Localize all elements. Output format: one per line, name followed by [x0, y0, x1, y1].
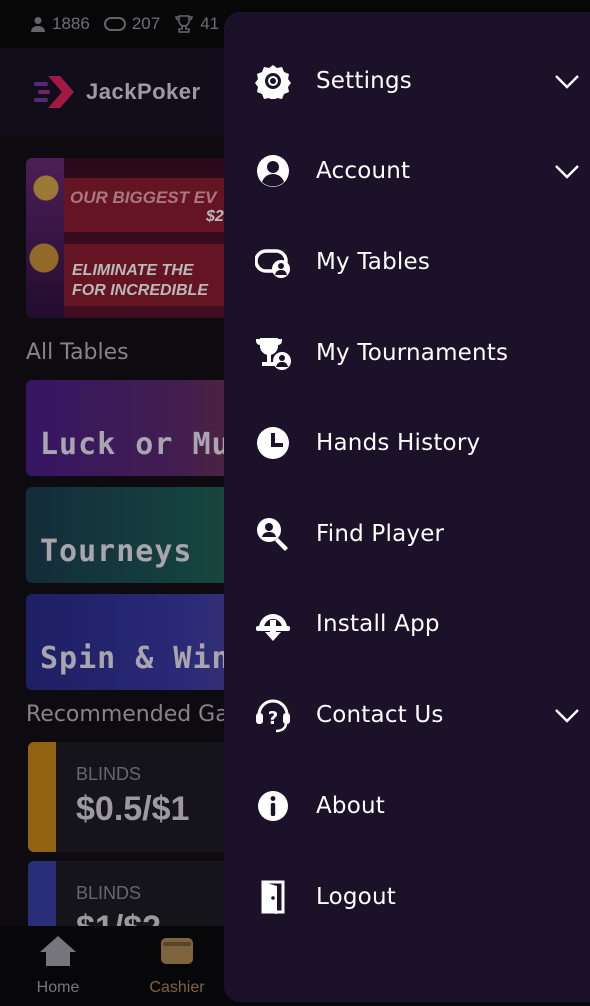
- menu-item-label: Hands History: [316, 430, 481, 456]
- support-icon: ?: [254, 696, 292, 734]
- menu-item-about[interactable]: About: [224, 761, 590, 851]
- info-icon: [254, 787, 292, 825]
- menu-item-label: Logout: [316, 884, 396, 910]
- menu-item-contact-us[interactable]: ? Contact Us: [224, 670, 590, 760]
- menu-item-label: About: [316, 793, 386, 819]
- menu-item-label: My Tables: [316, 249, 431, 275]
- chevron-down-icon[interactable]: [554, 158, 580, 184]
- menu-item-my-tables[interactable]: My Tables: [224, 217, 590, 307]
- menu-item-label: Install App: [316, 611, 440, 637]
- menu-item-label: Find Player: [316, 521, 445, 547]
- svg-text:?: ?: [268, 708, 278, 729]
- side-menu-drawer: Settings Account My Tables My Tournament…: [224, 12, 590, 1002]
- logout-icon: [254, 878, 292, 916]
- menu-item-label: Contact Us: [316, 702, 444, 728]
- menu-item-settings[interactable]: Settings: [224, 36, 590, 126]
- menu-item-label: Settings: [316, 68, 412, 94]
- gear-icon: [254, 62, 292, 100]
- menu-item-account[interactable]: Account: [224, 126, 590, 216]
- menu-item-install-app[interactable]: Install App: [224, 579, 590, 669]
- chevron-down-icon[interactable]: [554, 702, 580, 728]
- menu-item-label: My Tournaments: [316, 340, 509, 366]
- menu-item-label: Account: [316, 158, 411, 184]
- user-icon: [254, 152, 292, 190]
- tables-icon: [254, 243, 292, 281]
- menu-item-find-player[interactable]: Find Player: [224, 489, 590, 579]
- menu-item-logout[interactable]: Logout: [224, 852, 590, 942]
- chevron-down-icon[interactable]: [554, 68, 580, 94]
- search-icon: [254, 515, 292, 553]
- install-icon: [254, 605, 292, 643]
- menu-item-hands-history[interactable]: Hands History: [224, 398, 590, 488]
- trophy-user-icon: [254, 334, 292, 372]
- clock-icon: [254, 424, 292, 462]
- menu-item-my-tournaments[interactable]: My Tournaments: [224, 308, 590, 398]
